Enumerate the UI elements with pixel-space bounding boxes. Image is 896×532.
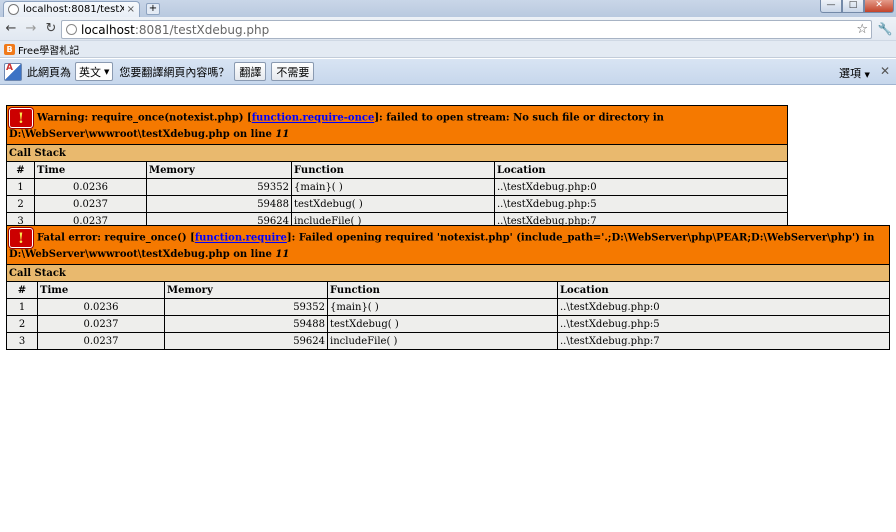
cell-function: includeFile( ): [327, 332, 558, 350]
cell-location: ..\testXdebug.php:7: [557, 332, 890, 350]
translate-infobar: A 此網頁為 英文 ▼ 您要翻譯網頁內容嗎？ 翻譯 不需要 選項 ▼ ✕: [0, 59, 896, 85]
column-header: Memory: [146, 161, 292, 179]
table-row: 2 0.0237 59488 testXdebug( ) ..\testXdeb…: [6, 195, 788, 213]
cell-function: {main}( ): [327, 298, 558, 316]
tab-close-icon[interactable]: ×: [127, 4, 135, 15]
translate-question: 您要翻譯網頁內容嗎？: [119, 65, 230, 79]
error-icon: !: [9, 108, 33, 128]
translate-icon: A: [4, 62, 22, 81]
column-header: Location: [494, 161, 788, 179]
bookmark-item[interactable]: B Free學習札記: [4, 42, 79, 57]
translate-button[interactable]: 翻譯: [234, 62, 267, 81]
tab-active[interactable]: localhost:8081/testXdebu ×: [3, 1, 140, 17]
no-translate-button[interactable]: 不需要: [271, 62, 315, 81]
chevron-down-icon: ▼: [864, 71, 870, 79]
reload-icon[interactable]: ↻: [42, 20, 60, 38]
column-header: #: [6, 161, 35, 179]
column-header: Memory: [164, 281, 328, 299]
browser-toolbar: ← → ↻ localhost:8081/testXdebug.php ☆ 🔧: [0, 17, 896, 41]
column-header: #: [6, 281, 38, 299]
error-line-number: 11: [275, 129, 290, 140]
column-header: Time: [37, 281, 165, 299]
cell-location: ..\testXdebug.php:5: [557, 315, 890, 333]
column-header: Time: [34, 161, 147, 179]
back-arrow-icon[interactable]: ←: [2, 20, 20, 38]
error-line-number: 11: [275, 249, 290, 260]
cell-location: ..\testXdebug.php:0: [557, 298, 890, 316]
cell-function: {main}( ): [291, 178, 495, 196]
url-host: localhost: [81, 22, 135, 37]
cell-time: 0.0237: [37, 315, 165, 333]
minimize-button[interactable]: —: [820, 0, 842, 13]
xdebug-fatal-error-table: ! Fatal error: require_once() [function.r…: [6, 225, 890, 350]
new-tab-button[interactable]: +: [146, 3, 160, 15]
cell-time: 0.0236: [34, 178, 147, 196]
address-bar[interactable]: localhost:8081/testXdebug.php ☆: [61, 20, 872, 39]
error-icon: !: [9, 228, 33, 248]
cell-memory: 59352: [146, 178, 292, 196]
language-select[interactable]: 英文 ▼: [75, 62, 114, 81]
translate-options-label: 選項: [839, 67, 861, 80]
cell-index: 1: [6, 298, 38, 316]
chevron-down-icon: ▼: [104, 67, 110, 76]
function-doc-link[interactable]: function.require: [195, 233, 287, 244]
cell-index: 1: [6, 178, 35, 196]
page-favicon-icon: [8, 4, 19, 15]
language-select-value: 英文: [79, 65, 101, 79]
call-stack-header: Call Stack: [6, 264, 890, 282]
bookmark-star-icon[interactable]: ☆: [856, 22, 868, 37]
xdebug-warning-table: ! Warning: require_once(notexist.php) [fu…: [6, 105, 788, 230]
table-row: 2 0.0237 59488 testXdebug( ) ..\testXdeb…: [6, 315, 890, 333]
cell-index: 2: [6, 195, 35, 213]
cell-memory: 59488: [164, 315, 328, 333]
cell-time: 0.0237: [37, 332, 165, 350]
forward-arrow-icon[interactable]: →: [22, 20, 40, 38]
translate-options-button[interactable]: 選項 ▼: [839, 65, 870, 81]
cell-time: 0.0236: [37, 298, 165, 316]
maximize-button[interactable]: □: [842, 0, 864, 13]
cell-location: ..\testXdebug.php:0: [494, 178, 788, 196]
page-info-icon[interactable]: [66, 24, 77, 35]
url-path: :8081/testXdebug.php: [134, 22, 270, 37]
cell-index: 3: [6, 332, 38, 350]
column-header: Function: [327, 281, 558, 299]
table-header-row: # Time Memory Function Location: [6, 161, 788, 179]
table-header-row: # Time Memory Function Location: [6, 281, 890, 299]
cell-location: ..\testXdebug.php:5: [494, 195, 788, 213]
error-message: ! Fatal error: require_once() [function.r…: [6, 225, 890, 265]
bookmark-label: Free學習札記: [18, 45, 80, 57]
error-message: ! Warning: require_once(notexist.php) [fu…: [6, 105, 788, 145]
cell-function: testXdebug( ): [291, 195, 495, 213]
call-stack-header: Call Stack: [6, 144, 788, 162]
translate-close-icon[interactable]: ✕: [880, 64, 890, 78]
column-header: Location: [557, 281, 890, 299]
table-row: 1 0.0236 59352 {main}( ) ..\testXdebug.p…: [6, 178, 788, 196]
function-doc-link[interactable]: function.require-once: [252, 113, 375, 124]
cell-index: 2: [6, 315, 38, 333]
translate-prefix: 此網頁為: [27, 65, 71, 79]
title-bar: localhost:8081/testXdebu × + — □ ✕: [0, 0, 896, 17]
table-row: 3 0.0237 59624 includeFile( ) ..\testXde…: [6, 332, 890, 350]
blogger-icon: B: [4, 43, 15, 55]
cell-memory: 59624: [164, 332, 328, 350]
error-text: Warning: require_once(notexist.php) [: [37, 112, 252, 124]
column-header: Function: [291, 161, 495, 179]
cell-memory: 59488: [146, 195, 292, 213]
cell-time: 0.0237: [34, 195, 147, 213]
table-row: 1 0.0236 59352 {main}( ) ..\testXdebug.p…: [6, 298, 890, 316]
wrench-menu-icon[interactable]: 🔧: [877, 20, 893, 38]
cell-function: testXdebug( ): [327, 315, 558, 333]
bookmarks-bar: B Free學習札記: [0, 41, 896, 58]
error-text: Fatal error: require_once() [: [37, 232, 195, 244]
tab-title: localhost:8081/testXdebu: [23, 4, 124, 15]
close-window-button[interactable]: ✕: [864, 0, 894, 13]
cell-memory: 59352: [164, 298, 328, 316]
